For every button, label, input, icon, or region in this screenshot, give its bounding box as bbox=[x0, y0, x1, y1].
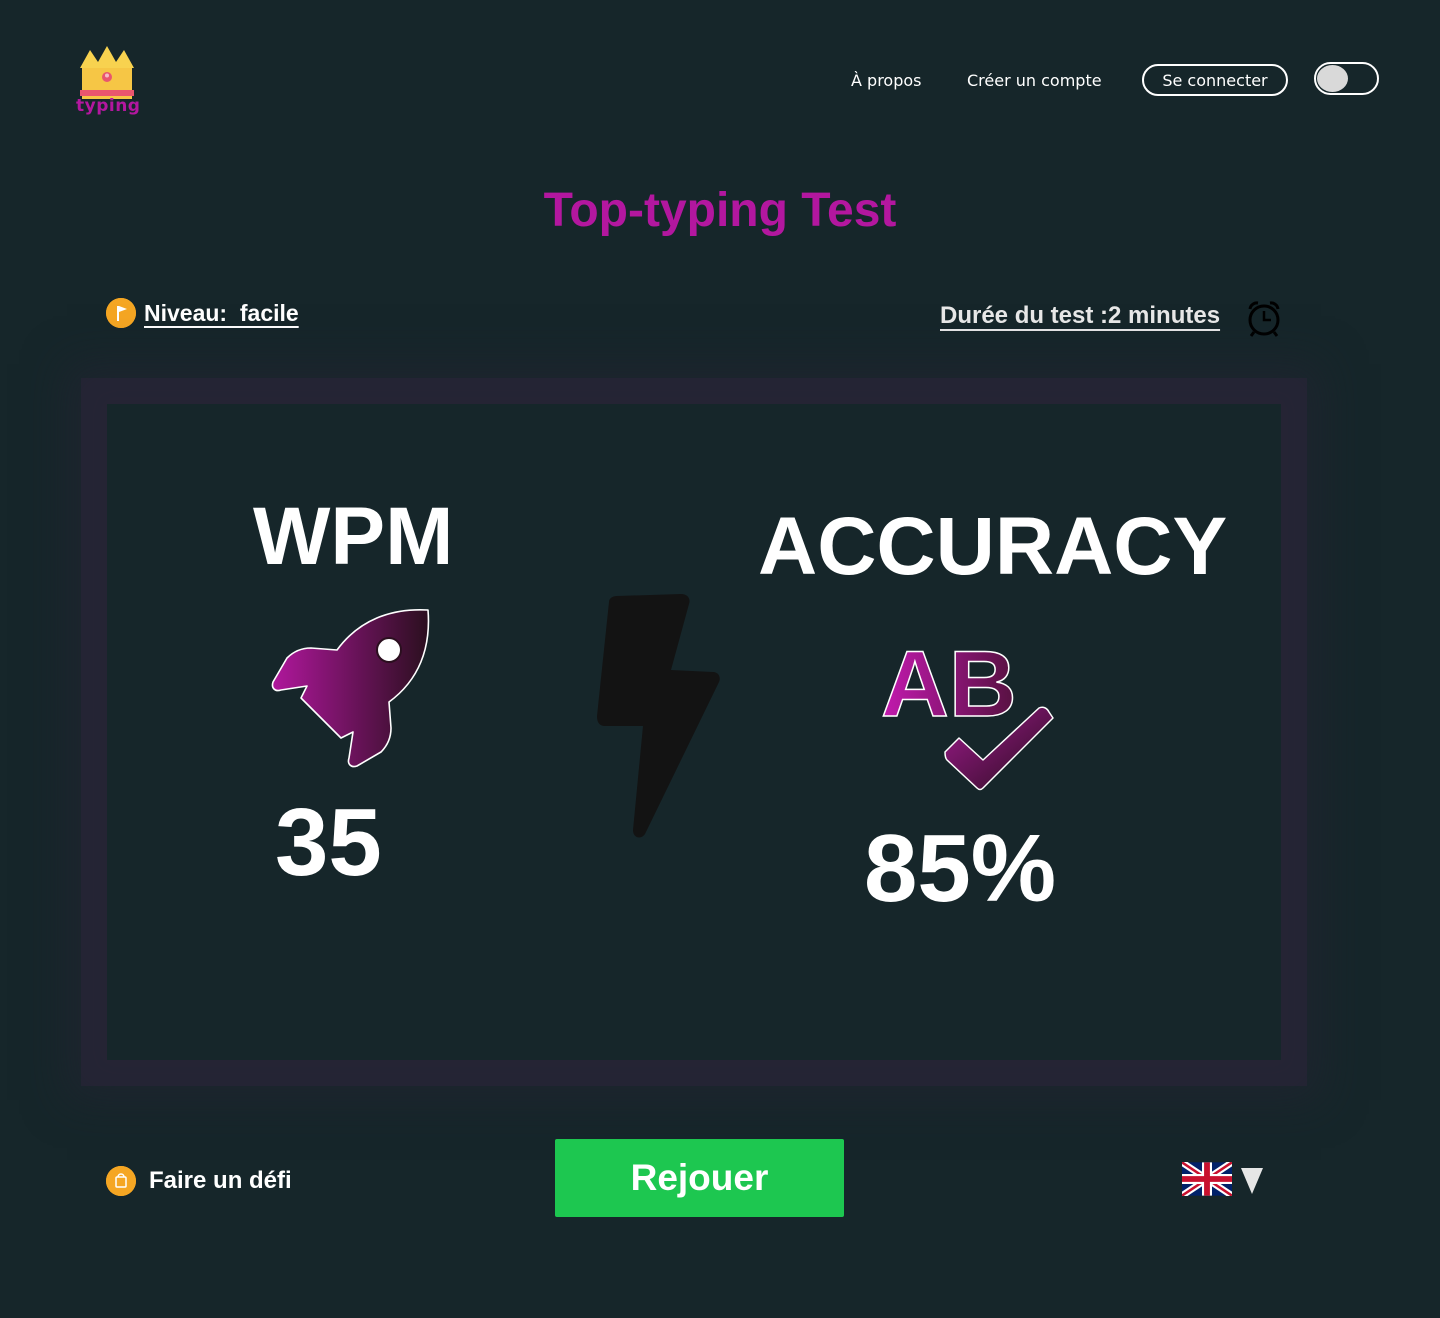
nav-about-link[interactable]: À propos bbox=[851, 71, 921, 90]
accuracy-value: 85% bbox=[864, 815, 1057, 922]
uk-flag-icon bbox=[1182, 1162, 1232, 1196]
crown-icon bbox=[80, 46, 134, 99]
result-card: WPM 35 ACCURACY AB 85% bbox=[107, 404, 1281, 1060]
lightning-icon bbox=[597, 594, 720, 838]
login-button[interactable]: Se connecter bbox=[1142, 64, 1288, 96]
accuracy-label: ACCURACY bbox=[758, 501, 1228, 592]
wpm-label: WPM bbox=[253, 491, 454, 582]
chevron-down-icon[interactable] bbox=[1241, 1168, 1263, 1194]
theme-toggle[interactable] bbox=[1314, 62, 1379, 95]
level-label[interactable]: Niveau: facile bbox=[144, 300, 299, 327]
level-selector[interactable]: Niveau: facile bbox=[106, 298, 299, 328]
challenge-link[interactable]: Faire un défi bbox=[106, 1166, 292, 1196]
nav-create-account-link[interactable]: Créer un compte bbox=[967, 71, 1102, 90]
duration-selector[interactable]: Durée du test :2 minutes bbox=[940, 302, 1220, 330]
language-selector[interactable] bbox=[1182, 1162, 1263, 1196]
wpm-value: 35 bbox=[275, 789, 382, 896]
page-title: Top-typing Test bbox=[543, 184, 897, 237]
rocket-icon bbox=[271, 609, 430, 768]
flag-icon bbox=[106, 298, 136, 328]
challenge-label[interactable]: Faire un défi bbox=[149, 1167, 292, 1195]
logo-text: typing bbox=[76, 96, 141, 116]
ab-text: AB bbox=[881, 636, 1017, 736]
alarm-clock-icon bbox=[1248, 301, 1280, 337]
duration-label[interactable]: Durée du test :2 minutes bbox=[940, 302, 1220, 330]
logo[interactable]: typing bbox=[76, 46, 141, 120]
replay-button[interactable]: Rejouer bbox=[555, 1139, 844, 1217]
challenge-icon bbox=[106, 1166, 136, 1196]
ab-check-icon: AB bbox=[880, 636, 1054, 791]
toggle-knob bbox=[1317, 65, 1348, 92]
